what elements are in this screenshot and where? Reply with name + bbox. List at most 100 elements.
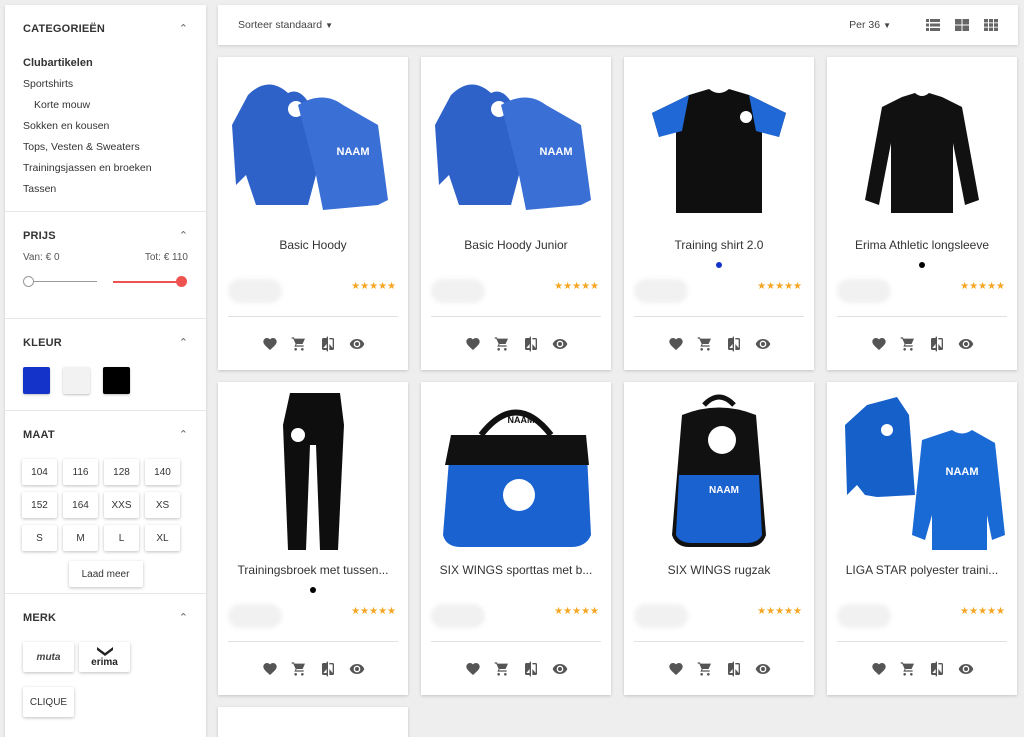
compare-icon[interactable] (726, 336, 742, 352)
color-swatch-blue[interactable] (23, 367, 50, 394)
size-header[interactable]: MAAT ⌃ (23, 411, 188, 459)
compare-icon[interactable] (523, 336, 539, 352)
product-card[interactable]: Training shirt 2.0 ★★★★★ (624, 57, 814, 370)
size-option[interactable]: 140 (145, 459, 180, 485)
product-name[interactable]: SIX WINGS rugzak (632, 563, 806, 577)
eye-icon[interactable] (755, 661, 771, 677)
product-name[interactable]: Erima Athletic longsleeve (835, 238, 1009, 252)
size-option[interactable]: S (22, 525, 57, 551)
heart-icon[interactable] (262, 661, 278, 677)
cart-icon[interactable] (291, 336, 307, 352)
category-item-sokken[interactable]: Sokken en kousen (23, 116, 188, 137)
cart-icon[interactable] (697, 661, 713, 677)
chevron-up-icon[interactable]: ⌃ (179, 612, 188, 624)
heart-icon[interactable] (262, 336, 278, 352)
category-item-korte-mouw[interactable]: Korte mouw (23, 95, 188, 116)
compare-icon[interactable] (929, 336, 945, 352)
chevron-up-icon[interactable]: ⌃ (179, 230, 188, 242)
product-card[interactable]: NAAM SIX WINGS sporttas met b... ★★★★★ (421, 382, 611, 695)
color-swatch-white[interactable] (63, 367, 90, 394)
size-option[interactable]: XL (145, 525, 180, 551)
chevron-up-icon[interactable]: ⌃ (179, 337, 188, 349)
brand-header[interactable]: MERK ⌃ (23, 594, 188, 642)
heart-icon[interactable] (668, 336, 684, 352)
heart-icon[interactable] (871, 661, 887, 677)
color-dot[interactable] (716, 262, 722, 268)
size-option[interactable]: L (104, 525, 139, 551)
product-card[interactable]: Trainingsbroek met tussen... ★★★★★ (218, 382, 408, 695)
category-item-trainingsjassen[interactable]: Trainingsjassen en broeken (23, 158, 188, 179)
product-name[interactable]: Basic Hoody (226, 238, 400, 252)
product-image[interactable] (827, 57, 1017, 227)
size-option[interactable]: 116 (63, 459, 98, 485)
compare-icon[interactable] (929, 661, 945, 677)
product-card[interactable]: NAAM Basic Hoody Junior ★★★★★ (421, 57, 611, 370)
product-image[interactable] (624, 57, 814, 227)
brand-option-clique[interactable]: CLIQUE (23, 687, 74, 717)
eye-icon[interactable] (349, 336, 365, 352)
category-item-sportshirts[interactable]: Sportshirts (23, 74, 188, 95)
product-image[interactable]: NAAM (421, 382, 611, 552)
product-card[interactable]: Erima Athletic longsleeve ★★★★★ (827, 57, 1017, 370)
size-option[interactable]: M (63, 525, 98, 551)
eye-icon[interactable] (755, 336, 771, 352)
sort-dropdown[interactable]: Sorteer standaard ▼ (238, 19, 333, 31)
chevron-up-icon[interactable]: ⌃ (179, 23, 188, 35)
category-item-tops[interactable]: Tops, Vesten & Sweaters (23, 137, 188, 158)
category-item-tassen[interactable]: Tassen (23, 179, 188, 200)
product-image[interactable]: NAAM (624, 382, 814, 552)
brand-option-erima[interactable]: erima (79, 642, 130, 672)
compare-icon[interactable] (726, 661, 742, 677)
color-dot[interactable] (310, 587, 316, 593)
slider-min-handle[interactable] (23, 276, 34, 287)
product-image[interactable]: NAAM (218, 57, 408, 227)
product-card[interactable]: NAAM LIGA STAR polyester traini... ★★★★★ (827, 382, 1017, 695)
eye-icon[interactable] (958, 336, 974, 352)
color-dot[interactable] (919, 262, 925, 268)
per-page-dropdown[interactable]: Per 36 ▼ (849, 19, 891, 31)
categories-header[interactable]: CATEGORIEËN ⌃ (23, 5, 188, 53)
color-swatch-black[interactable] (103, 367, 130, 394)
cart-icon[interactable] (291, 661, 307, 677)
load-more-sizes-button[interactable]: Laad meer (68, 561, 143, 587)
list-view-icon[interactable] (926, 19, 940, 31)
product-image[interactable]: NAAM (421, 57, 611, 227)
compare-icon[interactable] (523, 661, 539, 677)
cart-icon[interactable] (900, 336, 916, 352)
product-name[interactable]: LIGA STAR polyester traini... (835, 563, 1009, 577)
heart-icon[interactable] (871, 336, 887, 352)
compare-icon[interactable] (320, 661, 336, 677)
eye-icon[interactable] (552, 661, 568, 677)
compare-icon[interactable] (320, 336, 336, 352)
chevron-up-icon[interactable]: ⌃ (179, 429, 188, 441)
brand-option-muta[interactable]: muta (23, 642, 74, 672)
compact-grid-view-icon[interactable] (984, 19, 998, 31)
product-image[interactable] (218, 382, 408, 552)
product-card[interactable] (218, 707, 408, 737)
size-option[interactable]: 104 (22, 459, 57, 485)
size-option[interactable]: 152 (22, 492, 57, 518)
heart-icon[interactable] (465, 661, 481, 677)
size-option[interactable]: 164 (63, 492, 98, 518)
product-name[interactable]: Basic Hoody Junior (429, 238, 603, 252)
product-name[interactable]: Trainingsbroek met tussen... (226, 563, 400, 577)
product-name[interactable]: SIX WINGS sporttas met b... (429, 563, 603, 577)
eye-icon[interactable] (958, 661, 974, 677)
product-card[interactable]: NAAM Basic Hoody ★★★★★ (218, 57, 408, 370)
grid-view-icon[interactable] (955, 19, 969, 31)
color-header[interactable]: KLEUR ⌃ (23, 319, 188, 367)
size-option[interactable]: 128 (104, 459, 139, 485)
product-name[interactable]: Training shirt 2.0 (632, 238, 806, 252)
cart-icon[interactable] (494, 336, 510, 352)
product-image[interactable]: NAAM (827, 382, 1017, 552)
cart-icon[interactable] (494, 661, 510, 677)
heart-icon[interactable] (668, 661, 684, 677)
cart-icon[interactable] (900, 661, 916, 677)
product-card[interactable]: NAAM SIX WINGS rugzak ★★★★★ (624, 382, 814, 695)
slider-max-handle[interactable] (176, 276, 187, 287)
heart-icon[interactable] (465, 336, 481, 352)
size-option[interactable]: XS (145, 492, 180, 518)
size-option[interactable]: XXS (104, 492, 139, 518)
category-item-clubartikelen[interactable]: Clubartikelen (23, 53, 188, 74)
eye-icon[interactable] (552, 336, 568, 352)
